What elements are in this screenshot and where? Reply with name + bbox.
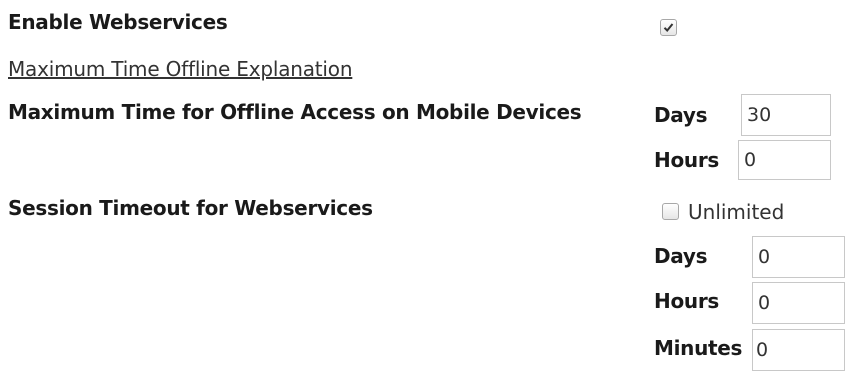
enable-webservices-checkbox[interactable] (660, 19, 677, 36)
session-days-input[interactable] (752, 236, 845, 278)
session-hours-input[interactable] (752, 282, 845, 324)
offline-days-label: Days (654, 103, 708, 127)
session-minutes-label: Minutes (654, 336, 743, 360)
session-hours-label: Hours (654, 289, 719, 313)
offline-hours-input[interactable] (738, 140, 831, 180)
offline-hours-label: Hours (654, 148, 719, 172)
session-timeout-label: Session Timeout for Webservices (8, 196, 373, 220)
offline-explanation-link[interactable]: Maximum Time Offline Explanation (8, 57, 353, 81)
session-minutes-input[interactable] (752, 329, 845, 371)
checkmark-icon (663, 23, 674, 32)
enable-webservices-label: Enable Webservices (8, 10, 228, 34)
session-days-label: Days (654, 244, 708, 268)
offline-days-input[interactable] (741, 94, 831, 136)
offline-access-label: Maximum Time for Offline Access on Mobil… (8, 100, 582, 124)
session-unlimited-label: Unlimited (688, 200, 785, 224)
session-unlimited-checkbox[interactable] (662, 203, 679, 220)
